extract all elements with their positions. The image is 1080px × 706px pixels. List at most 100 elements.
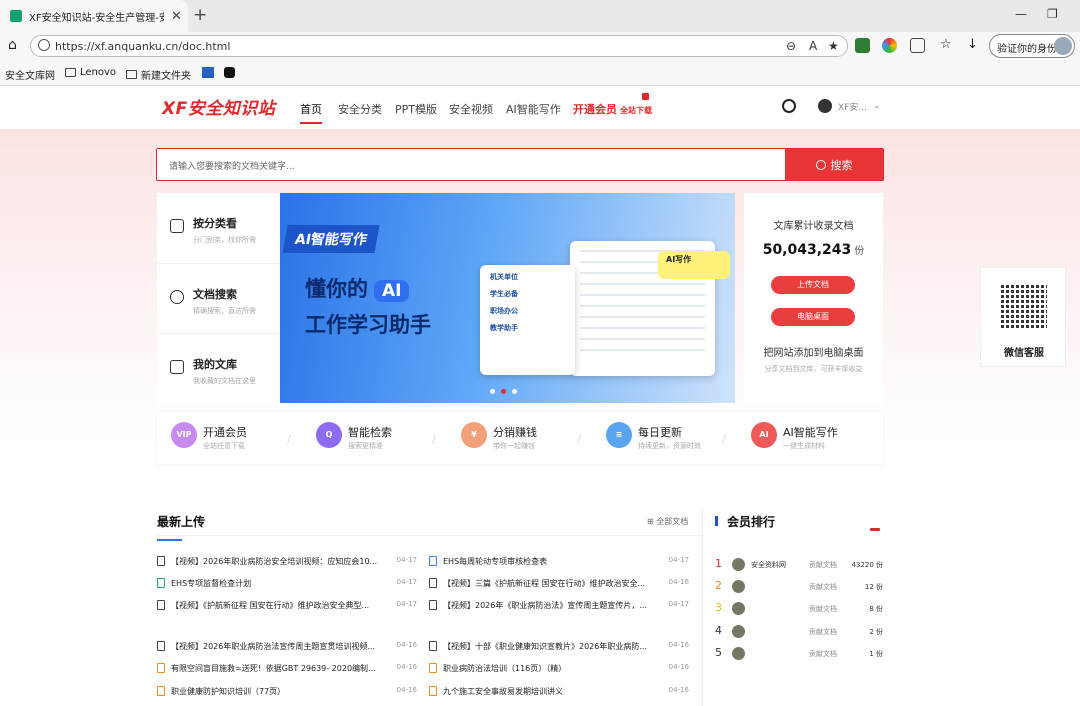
feature-earn[interactable]: ¥ 分销赚钱 带你一起赚钱 / xyxy=(447,422,587,454)
nav-ppt[interactable]: PPT模版 xyxy=(395,101,437,117)
doc-title[interactable]: 【视频】十部《职业健康知识宣教片》2026年职业病防... xyxy=(443,641,663,652)
list-item[interactable]: 【视频】十部《职业健康知识宣教片》2026年职业病防... 04-16 xyxy=(429,641,689,657)
feature-sub: 搜索更精准 xyxy=(348,442,383,450)
list-item[interactable]: 【视频】《护航新征程 国安在行动》维护政治安全典型... 04-17 xyxy=(157,600,417,616)
tab-title: XF安全知识站-安全生产管理-安全 xyxy=(29,12,164,24)
doc-date: 04-16 xyxy=(396,663,417,671)
divider xyxy=(157,535,702,536)
nav-home[interactable]: 首页 xyxy=(300,101,322,124)
rank-row[interactable]: 1 安全资料网 贡献文档 43220 份 xyxy=(715,557,883,575)
carousel-dot[interactable] xyxy=(490,389,495,394)
site-logo[interactable]: XF安全知识站 xyxy=(162,94,275,119)
list-item[interactable]: 【视频】三篇《护航新征程 国安在行动》维护政治安全... 04-16 xyxy=(429,578,689,594)
folder-icon xyxy=(65,68,76,77)
contribution-count: 43220 份 xyxy=(851,561,884,569)
doc-title[interactable]: 【视频】2026年职业病防治法宣传周主题宣贯培训视频... xyxy=(171,641,391,652)
contribution-label: 贡献文档 xyxy=(809,561,837,569)
doc-title[interactable]: 职业健康防护知识培训（77页） xyxy=(171,686,391,697)
menu-item-library[interactable]: 我的文库 我收藏的文档在这里 xyxy=(157,333,280,403)
bookmark-label: Lenovo xyxy=(80,67,117,78)
rank-row[interactable]: 5 贡献文档 1 份 xyxy=(715,646,883,664)
bookmark-item[interactable]: Lenovo xyxy=(65,67,116,78)
carousel-dots xyxy=(490,389,517,394)
doc-title[interactable]: 【视频】2026年《职业病防治法》宣传周主题宣传片，... xyxy=(443,600,663,611)
list-item[interactable]: 有限空间盲目施救=送死！依据GBT 29639- 2020编制... 04-16 xyxy=(157,663,417,679)
chevron-down-icon: ⌄ xyxy=(872,101,881,111)
banner-headline: 懂你的 AI xyxy=(305,273,410,303)
tiktok-icon[interactable] xyxy=(224,67,235,78)
new-tab-icon[interactable]: + xyxy=(193,5,207,25)
zoom-icon[interactable]: ⊖ xyxy=(786,39,796,53)
close-tab-icon[interactable]: ✕ xyxy=(171,9,182,24)
browser-extension-icon[interactable] xyxy=(882,38,897,53)
banner-card-illustration: 机关单位 学生必备 职场办公 教学助手 xyxy=(480,265,575,375)
doc-title[interactable]: 有限空间盲目施救=送死！依据GBT 29639- 2020编制... xyxy=(171,663,391,674)
browser-tab[interactable]: XF安全知识站-安全生产管理-安全 ✕ xyxy=(0,0,188,32)
list-item[interactable]: EHS每周轮动专项审核检查表 04-17 xyxy=(429,556,689,572)
search-button[interactable]: 搜索 xyxy=(785,149,883,180)
rank-row[interactable]: 2 贡献文档 12 份 xyxy=(715,579,883,597)
feature-ai-writing[interactable]: AI AI智能写作 一键生成材料 xyxy=(737,422,877,454)
wechat-service[interactable]: 微信客服 xyxy=(980,267,1066,367)
rank-row[interactable]: 4 贡献文档 2 份 xyxy=(715,624,883,642)
menu-sub: 分门别类，找你所需 xyxy=(193,236,256,244)
doc-title[interactable]: EHS每周轮动专项审核检查表 xyxy=(443,556,663,567)
address-bar[interactable]: https://xf.anquanku.cn/doc.html ⊖ A ★ xyxy=(30,35,848,57)
desktop-button[interactable]: 电脑桌面 xyxy=(771,308,855,326)
home-icon[interactable]: ⌂ xyxy=(8,37,17,53)
doc-title[interactable]: 【视频】2026年职业病防治安全培训视频：应知应会10... xyxy=(171,556,391,567)
favorites-icon[interactable]: ☆ xyxy=(940,37,955,52)
nav-category[interactable]: 安全分类 xyxy=(338,101,382,117)
rank-row[interactable]: 3 贡献文档 8 份 xyxy=(715,601,883,619)
menu-title: 按分类看 xyxy=(193,217,237,230)
url-text[interactable]: https://xf.anquanku.cn/doc.html xyxy=(55,40,230,53)
doc-date: 04-16 xyxy=(668,663,689,671)
menu-title: 我的文库 xyxy=(193,358,237,371)
search-input[interactable]: 请输入您要搜索的文档关键字... xyxy=(169,159,295,172)
bookmark-logo-icon[interactable] xyxy=(202,67,214,78)
list-item[interactable]: 职业健康防护知识培训（77页） 04-16 xyxy=(157,686,417,702)
doc-title[interactable]: 【视频】《护航新征程 国安在行动》维护政治安全典型... xyxy=(171,600,391,611)
profile-button[interactable]: 验证你的身份 xyxy=(989,34,1075,58)
doc-title[interactable]: 【视频】三篇《护航新征程 国安在行动》维护政治安全... xyxy=(443,578,663,589)
list-item[interactable]: EHS专项监督检查计划 04-17 xyxy=(157,578,417,594)
doc-title[interactable]: 职业病防治法培训（116页）（精） xyxy=(443,663,663,674)
downloads-icon[interactable]: ↓ xyxy=(967,37,982,52)
contribution-count: 1 份 xyxy=(869,650,883,658)
extension-icon[interactable] xyxy=(855,38,870,53)
carousel-dot-active[interactable] xyxy=(501,389,506,394)
nav-video[interactable]: 安全视频 xyxy=(449,101,493,117)
feature-daily-update[interactable]: ≡ 每日更新 持续更新，资源时效 / xyxy=(592,422,732,454)
extensions-puzzle-icon[interactable] xyxy=(910,38,925,53)
upload-button[interactable]: 上传文档 xyxy=(771,276,855,294)
minimize-icon[interactable]: — xyxy=(1015,7,1027,21)
user-menu[interactable]: XF安... ⌄ xyxy=(818,99,880,113)
feature-vip[interactable]: VIP 开通会员 全站任意下载 / xyxy=(157,422,297,454)
promo-banner[interactable]: AI智能写作 懂你的 AI 工作学习助手 机关单位 学生必备 职场办公 教学助手 … xyxy=(280,193,735,403)
list-item[interactable]: 【视频】2026年职业病防治法宣传周主题宣贯培训视频... 04-16 xyxy=(157,641,417,657)
site-info-icon[interactable] xyxy=(38,39,50,51)
bookmark-item[interactable]: 新建文件夹 xyxy=(126,67,191,82)
list-item[interactable]: 职业病防治法培训（116页）（精） 04-16 xyxy=(429,663,689,679)
favorite-star-icon[interactable]: ★ xyxy=(828,39,839,53)
menu-item-category[interactable]: 按分类看 分门别类，找你所需 xyxy=(157,193,280,263)
search-icon[interactable] xyxy=(782,99,796,113)
separator: / xyxy=(287,432,292,446)
separator: / xyxy=(432,432,437,446)
contribution-label: 贡献文档 xyxy=(809,605,837,613)
list-item[interactable]: 九个施工安全事故易发期培训讲义 04-16 xyxy=(429,686,689,702)
list-item[interactable]: 【视频】2026年职业病防治安全培训视频：应知应会10... 04-17 xyxy=(157,556,417,572)
member-name[interactable]: 安全资料网 xyxy=(751,560,786,570)
doc-title[interactable]: EHS专项监督检查计划 xyxy=(171,578,391,589)
doc-title[interactable]: 九个施工安全事故易发期培训讲义 xyxy=(443,686,663,697)
bookmark-item[interactable]: 安全文库网 xyxy=(5,67,55,82)
read-aloud-icon[interactable]: A xyxy=(809,39,817,53)
restore-icon[interactable]: ❐ xyxy=(1047,7,1058,21)
menu-item-search[interactable]: 文档搜索 精确搜索，直达所需 xyxy=(157,263,280,333)
all-docs-link[interactable]: ⊞ 全部文档 xyxy=(647,516,688,527)
nav-vip[interactable]: 开通会员 全站下载 xyxy=(573,101,652,117)
feature-smart-search[interactable]: Q 智能检索 搜索更精准 / xyxy=(302,422,442,454)
list-item[interactable]: 【视频】2026年《职业病防治法》宣传周主题宣传片，... 04-17 xyxy=(429,600,689,616)
nav-ai-writing[interactable]: AI智能写作 xyxy=(506,101,561,117)
carousel-dot[interactable] xyxy=(512,389,517,394)
